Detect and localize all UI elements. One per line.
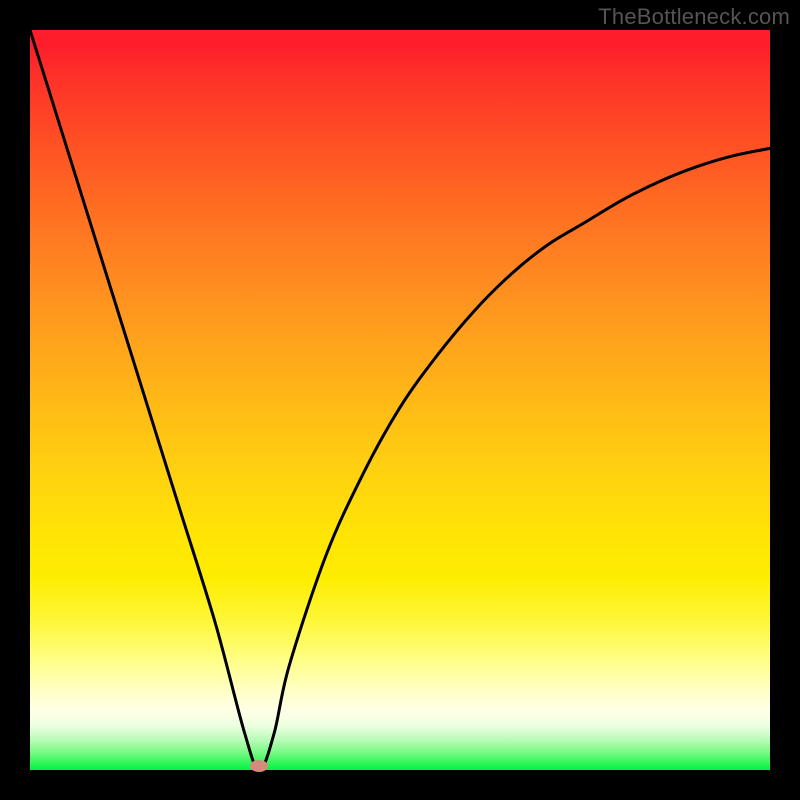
optimum-point — [250, 760, 268, 772]
curve-path — [30, 30, 770, 770]
bottleneck-curve — [30, 30, 770, 770]
chart-frame: TheBottleneck.com — [0, 0, 800, 800]
watermark-text: TheBottleneck.com — [598, 4, 790, 30]
plot-area — [30, 30, 770, 770]
